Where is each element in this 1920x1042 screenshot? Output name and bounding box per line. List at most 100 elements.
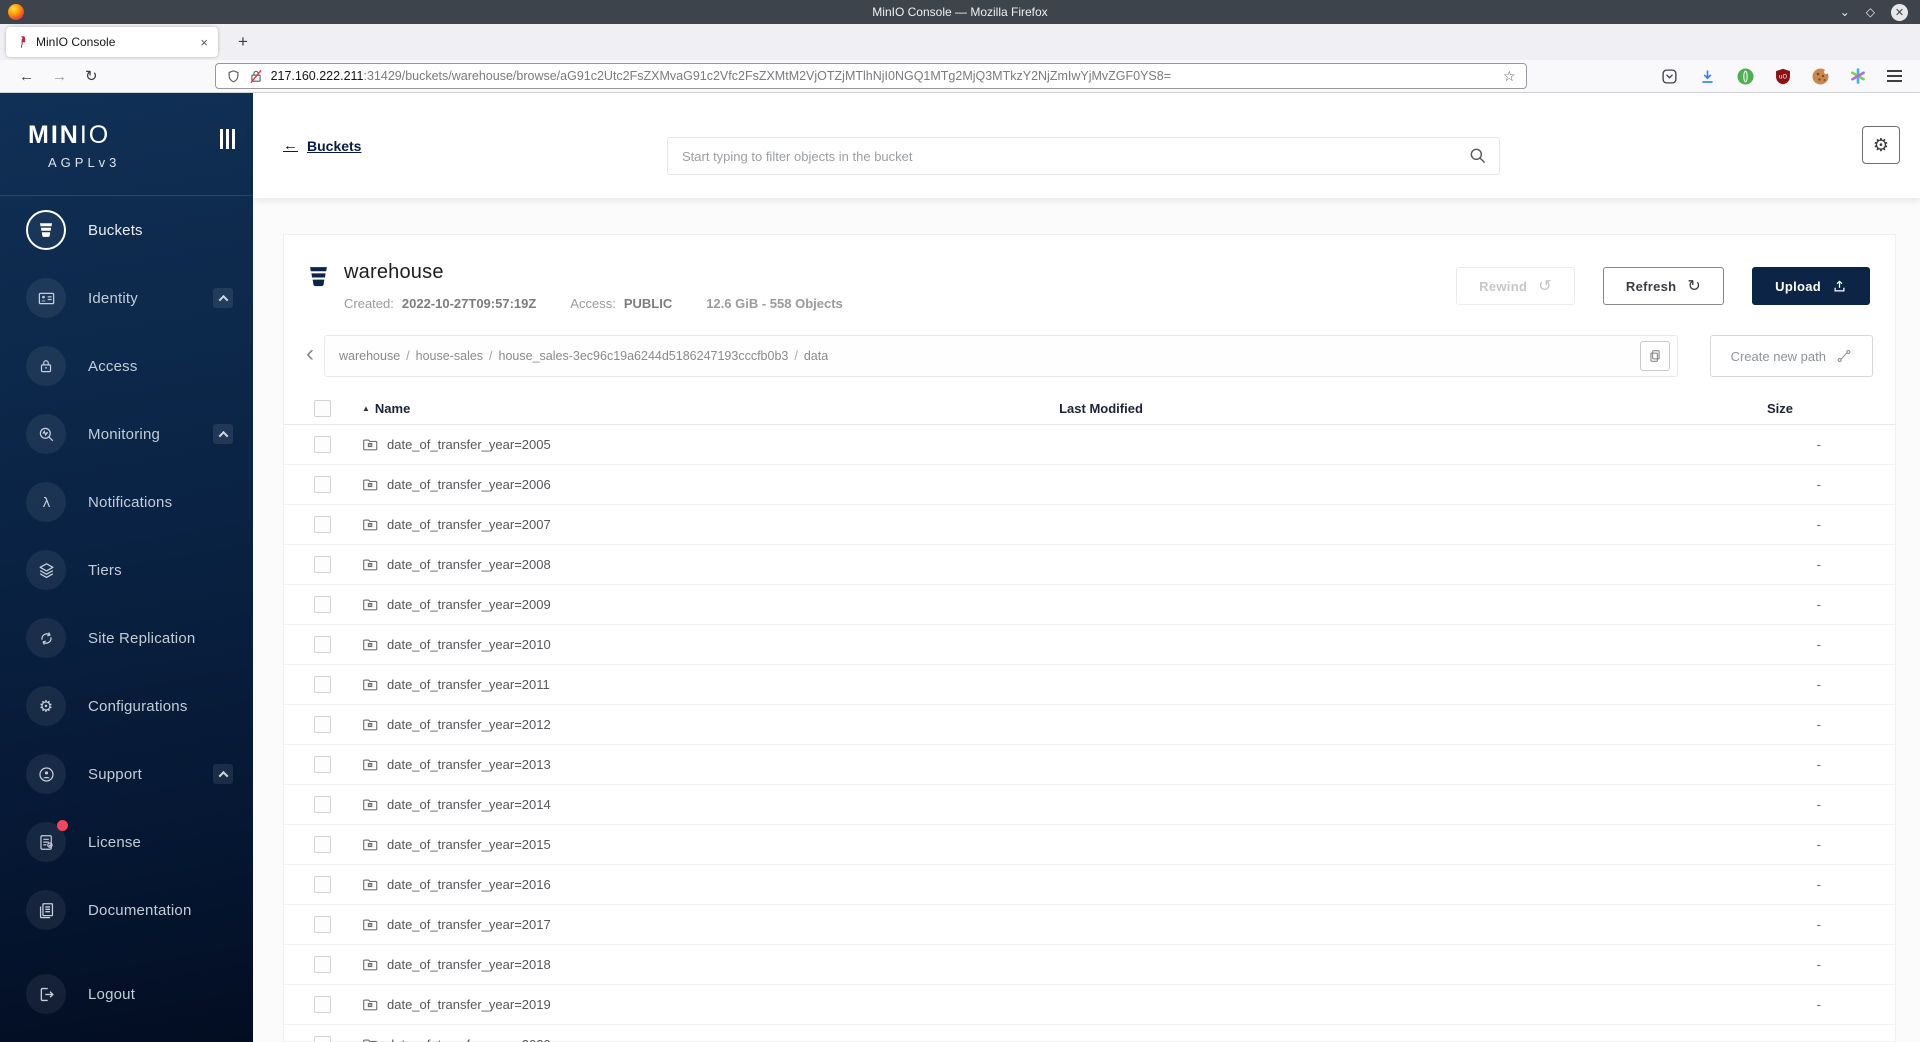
pocket-icon[interactable] xyxy=(1661,68,1678,85)
row-checkbox[interactable] xyxy=(314,436,331,453)
cell-name[interactable]: date_of_transfer_year=2015 xyxy=(356,837,886,852)
sidebar-collapse-icon[interactable] xyxy=(220,129,235,195)
chevron-up-icon[interactable] xyxy=(213,288,233,308)
create-new-path-button[interactable]: Create new path xyxy=(1709,335,1873,377)
cell-name[interactable]: date_of_transfer_year=2011 xyxy=(356,677,886,692)
ublock-shield-icon[interactable]: uO xyxy=(1775,68,1791,85)
column-last-modified[interactable]: Last Modified xyxy=(886,401,1316,416)
cell-name[interactable]: date_of_transfer_year=2014 xyxy=(356,797,886,812)
cell-name[interactable]: date_of_transfer_year=2019 xyxy=(356,997,886,1012)
sidebar-item-configurations[interactable]: ⚙ Configurations xyxy=(0,672,253,740)
sidebar-item-documentation[interactable]: Documentation xyxy=(0,876,253,944)
sidebar-item-access[interactable]: Access xyxy=(0,332,253,400)
chevron-up-icon[interactable] xyxy=(213,764,233,784)
row-checkbox[interactable] xyxy=(314,556,331,573)
select-all-checkbox[interactable] xyxy=(314,400,331,417)
row-checkbox[interactable] xyxy=(314,836,331,853)
row-checkbox[interactable] xyxy=(314,636,331,653)
cell-name[interactable]: date_of_transfer_year=2016 xyxy=(356,877,886,892)
column-name[interactable]: ▲ Name xyxy=(356,401,886,416)
cell-name[interactable]: date_of_transfer_year=2007 xyxy=(356,517,886,532)
minimize-icon[interactable]: ⌄ xyxy=(1840,6,1850,18)
table-row[interactable]: date_of_transfer_year=2016 - xyxy=(284,865,1895,905)
cell-name[interactable]: date_of_transfer_year=2006 xyxy=(356,477,886,492)
table-row[interactable]: date_of_transfer_year=2013 - xyxy=(284,745,1895,785)
breadcrumb-segment[interactable]: warehouse xyxy=(339,349,400,363)
row-checkbox[interactable] xyxy=(314,1036,331,1042)
row-checkbox[interactable] xyxy=(314,996,331,1013)
back-icon[interactable]: ← xyxy=(10,68,43,85)
cell-name[interactable]: date_of_transfer_year=2012 xyxy=(356,717,886,732)
sidebar-item-buckets[interactable]: Buckets xyxy=(0,196,253,264)
downloads-icon[interactable] xyxy=(1699,68,1716,85)
cell-name[interactable]: date_of_transfer_year=2018 xyxy=(356,957,886,972)
table-row[interactable]: date_of_transfer_year=2020 - xyxy=(284,1025,1895,1042)
tab-close-icon[interactable]: × xyxy=(198,35,210,50)
url-bar[interactable]: 217.160.222.211:31429/buckets/warehouse/… xyxy=(214,63,1527,89)
new-tab-button[interactable]: + xyxy=(232,32,254,52)
row-checkbox[interactable] xyxy=(314,956,331,973)
chevron-up-icon[interactable] xyxy=(213,424,233,444)
upload-button[interactable]: Upload xyxy=(1752,267,1870,305)
cell-name[interactable]: date_of_transfer_year=2020 xyxy=(356,1037,886,1042)
row-checkbox[interactable] xyxy=(314,796,331,813)
table-row[interactable]: date_of_transfer_year=2012 - xyxy=(284,705,1895,745)
row-checkbox[interactable] xyxy=(314,476,331,493)
insecure-lock-icon[interactable] xyxy=(249,69,263,84)
table-row[interactable]: date_of_transfer_year=2019 - xyxy=(284,985,1895,1025)
menu-icon[interactable] xyxy=(1887,70,1902,82)
row-checkbox[interactable] xyxy=(314,516,331,533)
bookmark-star-icon[interactable]: ☆ xyxy=(1503,68,1516,85)
breadcrumb-segment[interactable]: house_sales-3ec96c19a6244d5186247193cccf… xyxy=(499,349,789,363)
cookie-icon[interactable] xyxy=(1812,68,1829,85)
rewind-button[interactable]: Rewind ↺ xyxy=(1456,267,1575,305)
access-value[interactable]: PUBLIC xyxy=(624,296,672,311)
settings-gear-button[interactable]: ⚙ xyxy=(1862,126,1900,164)
close-icon[interactable]: ✕ xyxy=(1891,3,1908,21)
sidebar-item-license[interactable]: License xyxy=(0,808,253,876)
row-checkbox[interactable] xyxy=(314,716,331,733)
sidebar-item-identity[interactable]: Identity xyxy=(0,264,253,332)
cell-name[interactable]: date_of_transfer_year=2017 xyxy=(356,917,886,932)
table-row[interactable]: date_of_transfer_year=2008 - xyxy=(284,545,1895,585)
copy-path-button[interactable] xyxy=(1639,341,1670,371)
row-checkbox[interactable] xyxy=(314,756,331,773)
cell-name[interactable]: date_of_transfer_year=2005 xyxy=(356,437,886,452)
row-checkbox[interactable] xyxy=(314,596,331,613)
table-row[interactable]: date_of_transfer_year=2007 - xyxy=(284,505,1895,545)
breadcrumb-segment[interactable]: house-sales xyxy=(416,349,483,363)
sidebar-item-monitoring[interactable]: Monitoring xyxy=(0,400,253,468)
breadcrumb-segment[interactable]: data xyxy=(804,349,828,363)
table-row[interactable]: date_of_transfer_year=2014 - xyxy=(284,785,1895,825)
path-back-icon[interactable]: ‹ xyxy=(306,342,324,370)
sidebar-item-tiers[interactable]: Tiers xyxy=(0,536,253,604)
table-row[interactable]: date_of_transfer_year=2018 - xyxy=(284,945,1895,985)
back-to-buckets-link[interactable]: ← Buckets xyxy=(283,137,361,154)
table-row[interactable]: date_of_transfer_year=2005 - xyxy=(284,425,1895,465)
sidebar-item-logout[interactable]: Logout xyxy=(0,960,253,1028)
row-checkbox[interactable] xyxy=(314,916,331,933)
table-row[interactable]: date_of_transfer_year=2006 - xyxy=(284,465,1895,505)
table-row[interactable]: date_of_transfer_year=2009 - xyxy=(284,585,1895,625)
sidebar-item-site-replication[interactable]: Site Replication xyxy=(0,604,253,672)
row-checkbox[interactable] xyxy=(314,876,331,893)
asterisk-extension-icon[interactable] xyxy=(1850,68,1866,84)
shield-icon[interactable] xyxy=(226,69,241,84)
cell-name[interactable]: date_of_transfer_year=2013 xyxy=(356,757,886,772)
sidebar-item-notifications[interactable]: λ Notifications xyxy=(0,468,253,536)
refresh-button[interactable]: Refresh ↻ xyxy=(1602,267,1725,305)
tab-minio-console[interactable]: MinIO Console × xyxy=(6,27,218,57)
sidebar-item-support[interactable]: Support xyxy=(0,740,253,808)
row-checkbox[interactable] xyxy=(314,676,331,693)
filter-objects-input[interactable] xyxy=(667,137,1500,175)
extension-green-icon[interactable] xyxy=(1737,68,1754,85)
cell-name[interactable]: date_of_transfer_year=2008 xyxy=(356,557,886,572)
table-row[interactable]: date_of_transfer_year=2011 - xyxy=(284,665,1895,705)
table-row[interactable]: date_of_transfer_year=2015 - xyxy=(284,825,1895,865)
reload-icon[interactable]: ↻ xyxy=(76,67,107,85)
cell-name[interactable]: date_of_transfer_year=2009 xyxy=(356,597,886,612)
table-row[interactable]: date_of_transfer_year=2010 - xyxy=(284,625,1895,665)
table-row[interactable]: date_of_transfer_year=2017 - xyxy=(284,905,1895,945)
column-size[interactable]: Size xyxy=(1316,401,1873,416)
maximize-icon[interactable]: ◇ xyxy=(1866,6,1875,18)
